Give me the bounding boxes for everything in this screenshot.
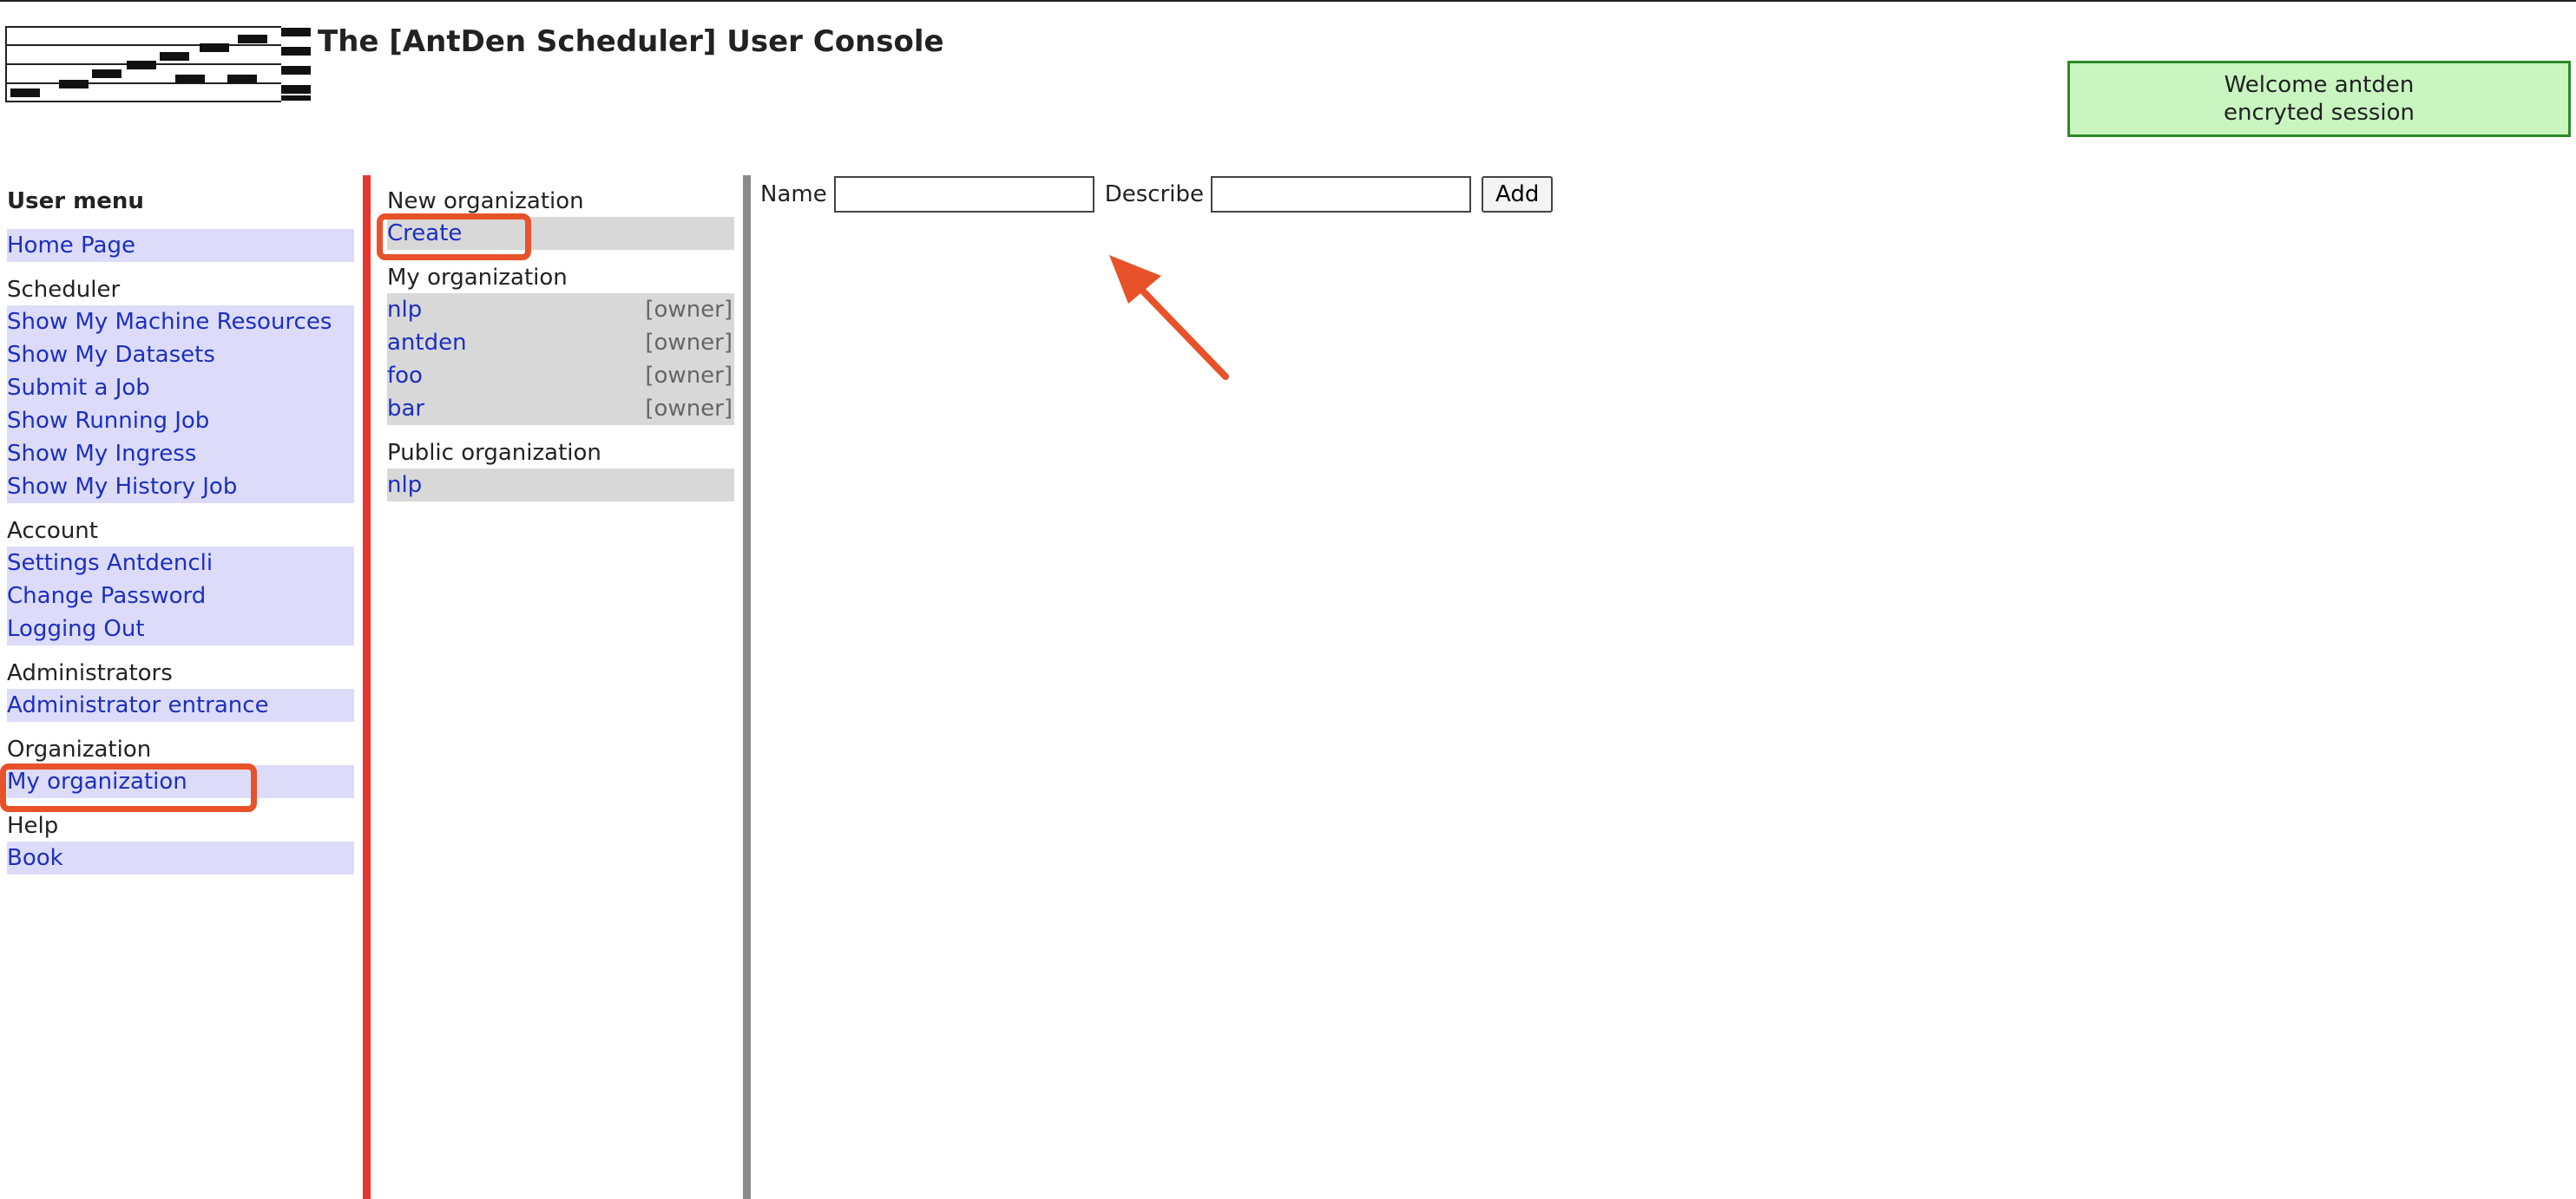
my-organization-heading: My organization [387,265,568,291]
org-link-antden[interactable]: antden [387,326,467,359]
org-row: antden [owner] [387,326,734,359]
menu-group-administrators: Administrator entrance [7,689,354,722]
public-organization-heading: Public organization [387,440,601,466]
org-role: [owner] [645,396,733,422]
menu-item-history-job[interactable]: Show My History Job [7,470,354,503]
menu-item-my-organization[interactable]: My organization [7,765,354,798]
describe-label: Describe [1104,181,1204,207]
menu-item-machine-resources[interactable]: Show My Machine Resources [7,305,354,338]
menu-group-account: Settings Antdencli Change Password Loggi… [7,547,354,645]
new-organization-group: Create [387,217,734,250]
menu-item-ingress[interactable]: Show My Ingress [7,437,354,470]
welcome-text: Welcome antden [2224,72,2415,98]
menu-section-account: Account [7,518,98,544]
panel-divider [743,175,751,1199]
user-menu-title: User menu [7,188,144,214]
menu-section-administrators: Administrators [7,660,173,686]
menu-item-home-page[interactable]: Home Page [7,229,354,262]
organization-panel: New organization Create My organization … [387,186,734,514]
menu-item-submit-job[interactable]: Submit a Job [7,371,354,404]
public-org-link-nlp[interactable]: nlp [387,468,422,501]
org-link-foo[interactable]: foo [387,359,423,392]
my-organization-list: nlp [owner] antden [owner] foo [owner] b… [387,293,734,425]
org-role: [owner] [645,363,733,389]
menu-item-running-job[interactable]: Show Running Job [7,404,354,437]
org-row: nlp [owner] [387,293,734,326]
app-title: The [AntDen Scheduler] User Console [318,24,944,59]
user-menu: User menu Home Page Scheduler Show My Ma… [0,186,354,887]
add-button[interactable]: Add [1482,176,1554,213]
menu-section-help: Help [7,813,59,839]
menu-item-admin-entrance[interactable]: Administrator entrance [7,689,354,722]
org-role: [owner] [645,297,733,323]
menu-item-settings[interactable]: Settings Antdencli [7,547,354,580]
menu-item-book[interactable]: Book [7,842,354,875]
new-organization-heading: New organization [387,188,584,214]
org-link-nlp[interactable]: nlp [387,293,422,326]
name-input[interactable] [833,176,1094,213]
menu-item-datasets[interactable]: Show My Datasets [7,338,354,371]
create-organization-link[interactable]: Create [387,217,462,250]
org-role: [owner] [645,330,733,356]
org-link-bar[interactable]: bar [387,392,424,425]
menu-group-home: Home Page [7,229,354,262]
menu-group-help: Book [7,842,354,875]
menu-section-organization: Organization [7,737,152,763]
menu-group-scheduler: Show My Machine Resources Show My Datase… [7,305,354,503]
menu-divider [363,175,371,1199]
top-border [0,0,2576,2]
session-text: encryted session [2223,100,2415,126]
create-organization-form: Name Describe Add [760,174,1554,215]
name-label: Name [760,181,827,207]
public-organization-list: nlp [387,468,734,501]
menu-item-change-password[interactable]: Change Password [7,580,354,613]
annotation-arrow-icon [1109,255,1229,380]
org-row: bar [owner] [387,392,734,425]
antden-logo [5,26,311,102]
org-row: foo [owner] [387,359,734,392]
menu-section-scheduler: Scheduler [7,277,121,303]
describe-input[interactable] [1211,176,1471,213]
menu-group-organization: My organization [7,765,354,798]
menu-item-logout[interactable]: Logging Out [7,613,354,645]
welcome-box: Welcome antden encryted session [2067,61,2571,137]
